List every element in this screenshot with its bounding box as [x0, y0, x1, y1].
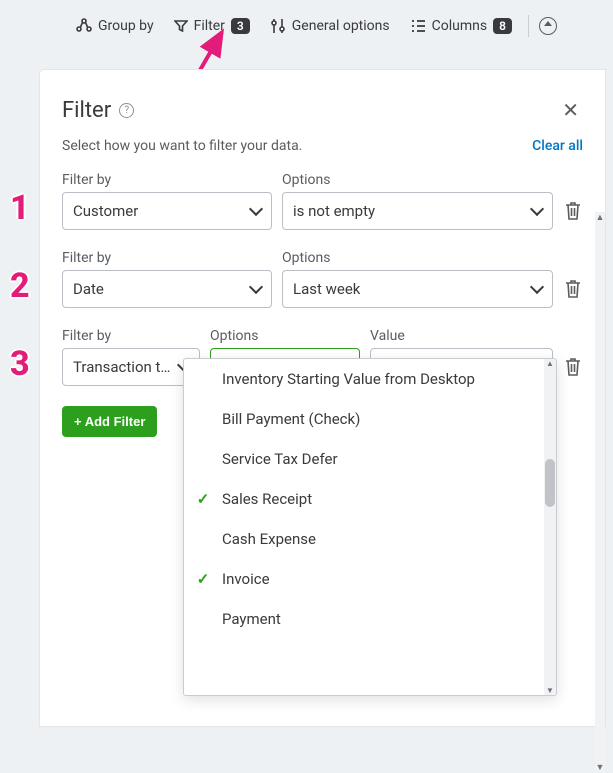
dropdown-scrollbar[interactable]: ▲ ▼ — [544, 359, 556, 695]
filter-label: Filter — [194, 18, 225, 34]
columns-count-badge: 8 — [493, 18, 512, 34]
value-label: Value — [370, 328, 553, 344]
options-label: Options — [282, 172, 553, 188]
check-icon: ✓ — [194, 570, 212, 588]
toolbar-separator — [528, 15, 529, 37]
columns-label: Columns — [432, 18, 487, 34]
row2-options-select[interactable]: Last week — [282, 270, 553, 308]
panel-title: Filter ? — [62, 98, 134, 123]
dropdown-item[interactable]: ✓ Invoice — [184, 559, 544, 599]
filter-button[interactable]: Filter 3 — [168, 14, 256, 38]
chevron-down-icon — [532, 286, 542, 292]
group-by-label: Group by — [98, 18, 154, 34]
row1-option-value: is not empty — [293, 202, 375, 220]
filter-icon — [174, 19, 188, 33]
step-badge-1: 1 — [10, 188, 30, 228]
row2-option-value: Last week — [293, 280, 360, 298]
general-options-button[interactable]: General options — [264, 14, 396, 38]
add-filter-button[interactable]: + Add Filter — [62, 406, 157, 437]
columns-icon — [410, 18, 426, 34]
value-dropdown: Inventory Starting Value from Desktop Bil… — [183, 358, 557, 696]
dropdown-item-label: Invoice — [222, 570, 270, 588]
columns-button[interactable]: Columns 8 — [404, 14, 518, 38]
dropdown-scroll-thumb[interactable] — [545, 459, 555, 507]
filter-by-label: Filter by — [62, 250, 272, 266]
chevron-down-icon — [251, 208, 261, 214]
close-icon[interactable]: ✕ — [558, 94, 583, 126]
dropdown-item[interactable]: Inventory Starting Value from Desktop — [184, 359, 544, 399]
delete-row3-icon[interactable] — [563, 356, 583, 378]
chevron-down-icon — [532, 208, 542, 214]
options-label: Options — [282, 250, 553, 266]
delete-row1-icon[interactable] — [563, 200, 583, 222]
panel-title-text: Filter — [62, 98, 111, 123]
step-badge-3: 3 — [10, 344, 30, 384]
help-icon[interactable]: ? — [119, 103, 134, 118]
dropdown-item-label: Cash Expense — [222, 530, 316, 548]
row1-filter-by-value: Customer — [73, 202, 138, 220]
dropdown-item-label: Sales Receipt — [222, 490, 312, 508]
row1-filter-by-select[interactable]: Customer — [62, 192, 272, 230]
scroll-up-arrow[interactable]: ▲ — [595, 212, 605, 222]
row3-filter-by-value: Transaction t… — [73, 358, 170, 376]
dropdown-item[interactable]: ✓ Sales Receipt — [184, 479, 544, 519]
panel-subtitle: Select how you want to filter your data. — [62, 138, 302, 154]
dropdown-item[interactable]: Payment — [184, 599, 544, 639]
row3-filter-by-select[interactable]: Transaction t… — [62, 348, 200, 386]
row1-options-select[interactable]: is not empty — [282, 192, 553, 230]
scroll-down-arrow[interactable]: ▼ — [595, 762, 605, 772]
filter-by-label: Filter by — [62, 172, 272, 188]
expand-up-button[interactable] — [539, 17, 557, 35]
group-by-button[interactable]: Group by — [70, 14, 160, 38]
dropdown-item-label: Inventory Starting Value from Desktop — [222, 370, 475, 388]
dropdown-item-label: Payment — [222, 610, 281, 628]
row2-filter-by-select[interactable]: Date — [62, 270, 272, 308]
filter-count-badge: 3 — [231, 18, 250, 34]
group-by-icon — [76, 18, 92, 34]
panel-scrollbar[interactable]: ▲ ▼ — [595, 212, 605, 772]
row2-filter-by-value: Date — [73, 280, 104, 298]
chevron-down-icon — [251, 286, 261, 292]
clear-all-link[interactable]: Clear all — [532, 138, 583, 154]
dropdown-item-label: Service Tax Defer — [222, 450, 338, 468]
dropdown-item[interactable]: Cash Expense — [184, 519, 544, 559]
dropdown-item[interactable]: Bill Payment (Check) — [184, 399, 544, 439]
delete-row2-icon[interactable] — [563, 278, 583, 300]
options-label: Options — [210, 328, 360, 344]
filter-by-label: Filter by — [62, 328, 200, 344]
step-badge-2: 2 — [10, 266, 30, 306]
dropdown-item[interactable]: Service Tax Defer — [184, 439, 544, 479]
general-options-label: General options — [292, 18, 390, 34]
check-icon: ✓ — [194, 490, 212, 508]
sliders-icon — [270, 18, 286, 34]
dropdown-item-label: Bill Payment (Check) — [222, 410, 360, 428]
